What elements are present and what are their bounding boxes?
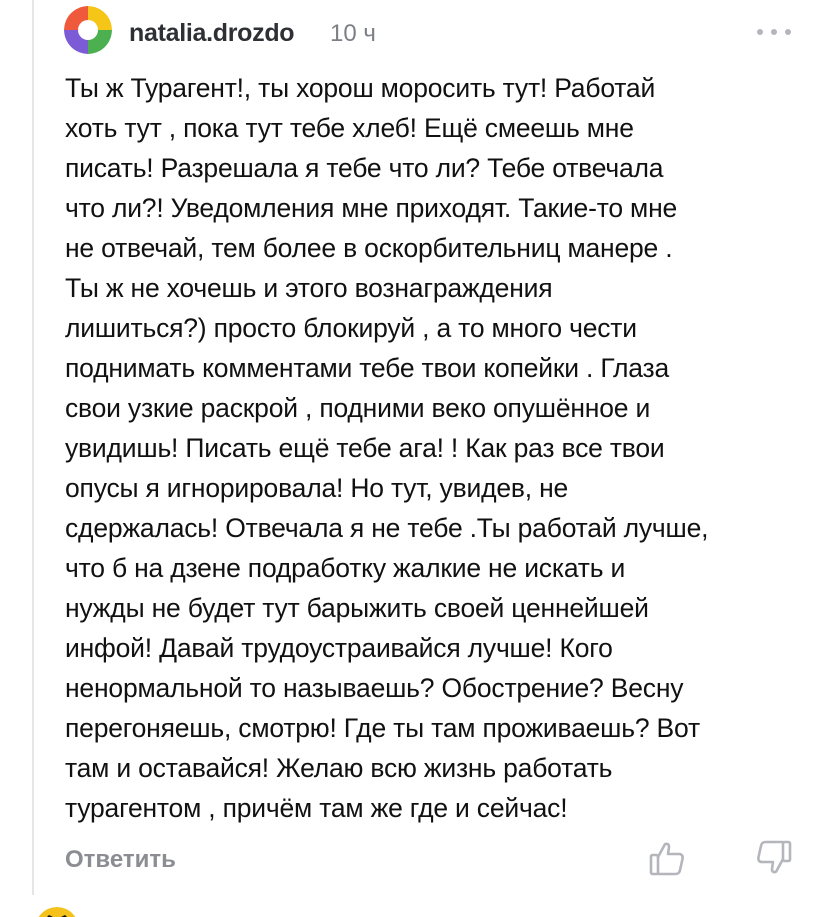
thumb-down-icon xyxy=(757,840,792,874)
author-name[interactable]: natalia.drozdo xyxy=(129,16,295,50)
more-button[interactable] xyxy=(752,18,796,46)
next-comment-avatar[interactable] xyxy=(35,907,79,917)
thumb-up-icon xyxy=(649,842,684,876)
like-button[interactable] xyxy=(647,838,687,878)
next-avatar-icon xyxy=(38,907,76,917)
comment-page: natalia.drozdo 10 ч Ты ж Турагент!, ты х… xyxy=(0,0,828,917)
reply-button[interactable]: Ответить xyxy=(65,844,176,876)
avatar-multicolor-icon xyxy=(64,6,112,54)
comment-text: Ты ж Турагент!, ты хорош моросить тут! Р… xyxy=(65,73,709,823)
dislike-button[interactable] xyxy=(754,838,794,878)
author-avatar[interactable] xyxy=(64,6,112,54)
thread-line xyxy=(32,0,34,895)
comment-time: 10 ч xyxy=(330,20,376,47)
more-dots-icon xyxy=(757,29,791,35)
